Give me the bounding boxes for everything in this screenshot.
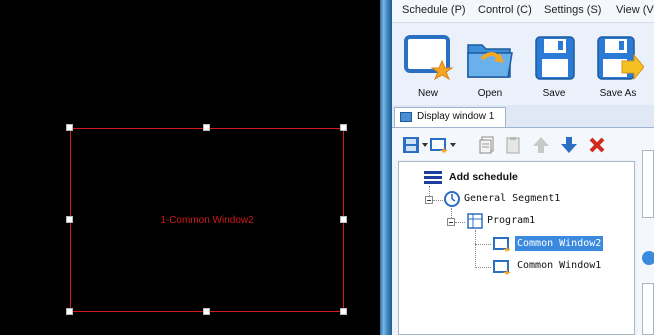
tree-node-common-window2[interactable]: Common Window2 — [493, 235, 623, 253]
menu-control[interactable]: Control (C) — [478, 4, 532, 16]
properties-box — [642, 150, 654, 218]
tab-display-window-1[interactable]: Display window 1 — [394, 107, 506, 127]
program-icon — [467, 213, 483, 229]
general-segment-label: General Segment1 — [464, 193, 561, 204]
resize-handle-top[interactable] — [203, 124, 210, 131]
menu-view[interactable]: View (V — [616, 4, 654, 16]
open-label: Open — [477, 88, 503, 99]
move-up-icon[interactable] — [532, 136, 550, 154]
save-disk-icon — [528, 31, 580, 83]
tab-row: Display window 1 — [392, 105, 654, 128]
window-icon — [493, 237, 511, 252]
paste-icon[interactable] — [504, 136, 522, 154]
schedule-toolbar — [392, 128, 654, 160]
clock-icon — [444, 191, 460, 207]
open-folder-icon — [464, 31, 516, 83]
resize-handle-bottom-left[interactable] — [66, 308, 73, 315]
window-label: 1-Common Window2 — [160, 215, 254, 226]
ribbon: New Open Save Save As — [392, 23, 654, 105]
resize-handle-left[interactable] — [66, 216, 73, 223]
resize-handle-bottom-right[interactable] — [340, 308, 347, 315]
resize-handle-right[interactable] — [340, 216, 347, 223]
save-as-label: Save As — [599, 88, 637, 99]
dropdown-arrow-icon[interactable] — [422, 142, 428, 148]
schedule-icon — [424, 171, 442, 184]
display-window-icon — [400, 112, 412, 122]
dropdown-arrow-icon[interactable] — [450, 142, 456, 148]
add-window-icon[interactable] — [430, 136, 448, 154]
save-label: Save — [542, 88, 566, 99]
expand-toggle-program[interactable] — [447, 218, 455, 226]
save-as-icon — [592, 31, 645, 83]
common-window1-label: Common Window1 — [517, 260, 602, 271]
schedule-tree: Add schedule General Segment1 Program1 C… — [398, 161, 635, 335]
resize-handle-top-right[interactable] — [340, 124, 347, 131]
tree-node-common-window1[interactable]: Common Window1 — [493, 258, 623, 276]
new-label: New — [417, 88, 438, 99]
tree-node-program[interactable]: Program1 — [467, 213, 567, 231]
delete-icon[interactable] — [588, 136, 606, 154]
open-button[interactable]: Open — [460, 31, 520, 99]
common-window2-label: Common Window2 — [515, 236, 604, 251]
properties-button-icon[interactable] — [642, 251, 654, 265]
save-button[interactable]: Save — [524, 31, 584, 99]
tree-node-add-schedule[interactable]: Add schedule — [424, 169, 544, 187]
copy-icon[interactable] — [478, 136, 496, 154]
right-panel: Schedule (P) Control (C) Settings (S) Vi… — [392, 0, 654, 335]
window-icon — [493, 260, 511, 275]
common-window2-frame[interactable]: 1-Common Window2 — [70, 128, 344, 312]
properties-box-lower — [642, 283, 654, 335]
tab-label: Display window 1 — [417, 111, 495, 122]
expand-toggle-segment[interactable] — [425, 196, 433, 204]
new-window-icon — [402, 31, 454, 83]
menu-bar: Schedule (P) Control (C) Settings (S) Vi… — [392, 0, 654, 23]
panel-splitter[interactable] — [380, 0, 392, 335]
save-as-button[interactable]: Save As — [588, 31, 648, 99]
resize-handle-top-left[interactable] — [66, 124, 73, 131]
menu-schedule[interactable]: Schedule (P) — [402, 4, 466, 16]
menu-settings[interactable]: Settings (S) — [544, 4, 601, 16]
new-button[interactable]: New — [398, 31, 458, 99]
add-schedule-label: Add schedule — [449, 171, 518, 183]
program-label: Program1 — [487, 215, 536, 226]
move-down-icon[interactable] — [560, 136, 578, 154]
resize-handle-bottom[interactable] — [203, 308, 210, 315]
display-canvas[interactable]: 1-Common Window2 — [0, 0, 380, 335]
tree-node-general-segment[interactable]: General Segment1 — [444, 191, 594, 209]
film-icon[interactable] — [402, 136, 420, 154]
